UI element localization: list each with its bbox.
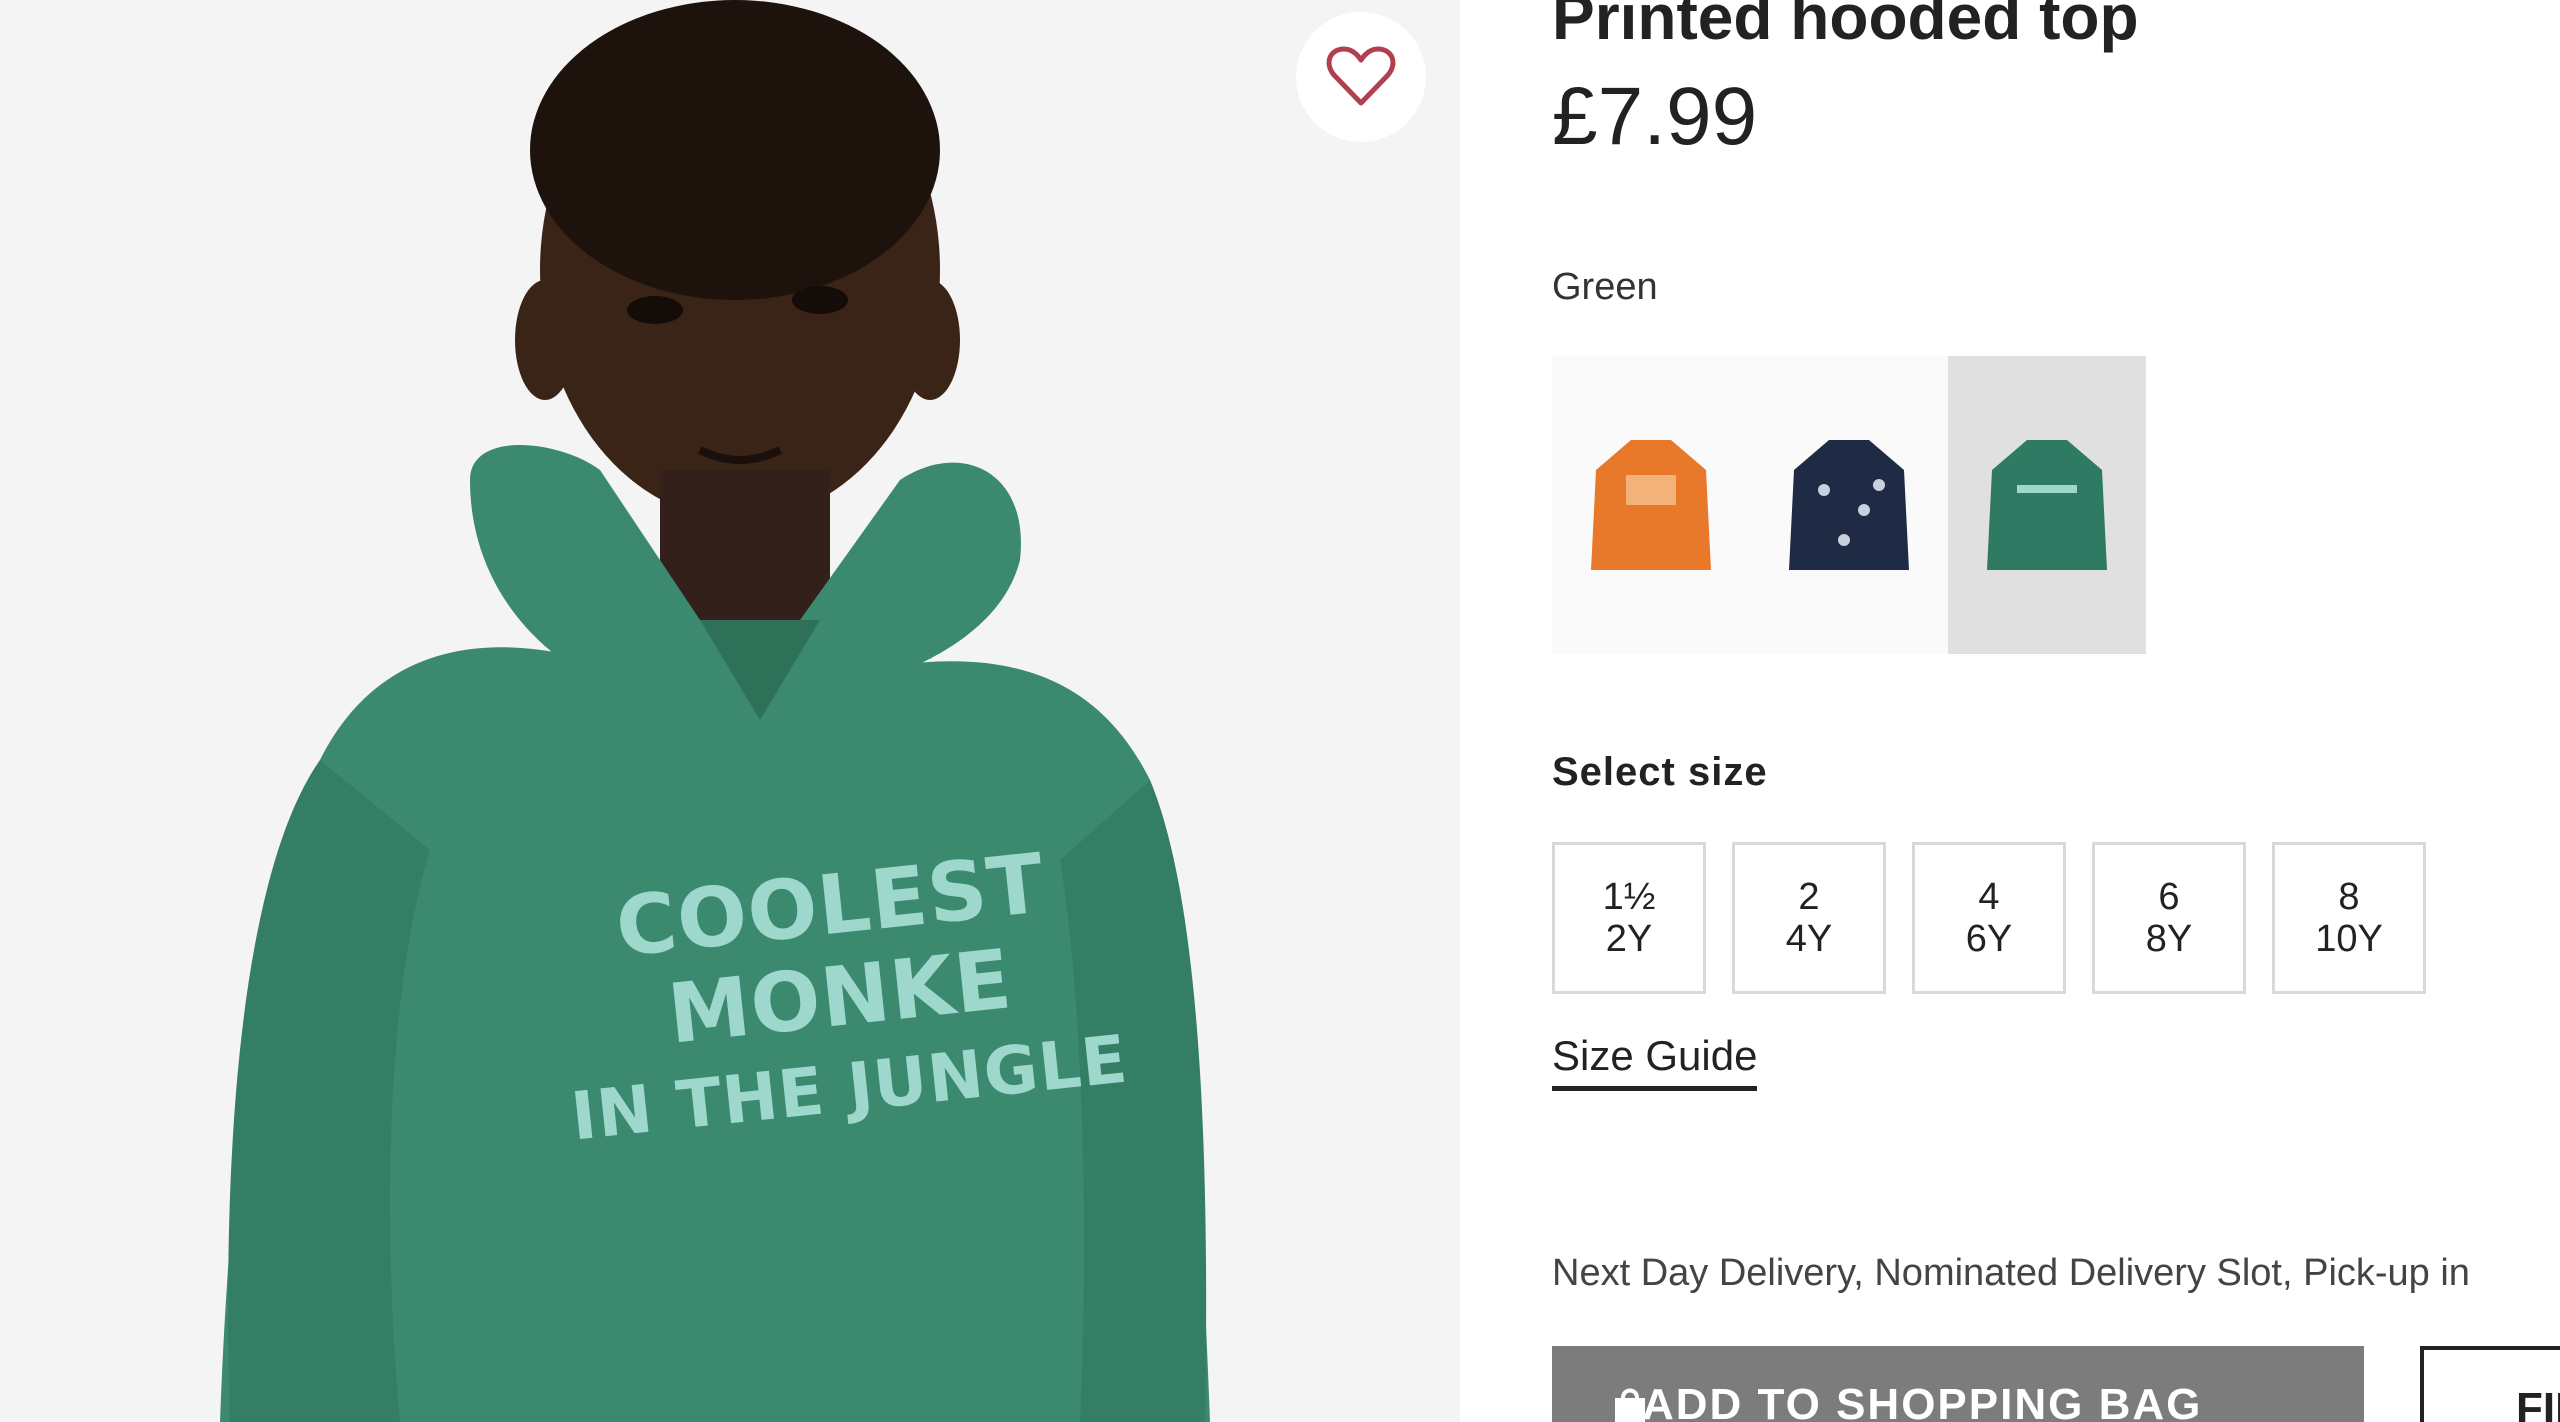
green-hoodie-thumbnail — [1987, 440, 2107, 570]
product-image: COOLEST MONKE IN THE JUNGLE — [0, 0, 1460, 1422]
product-title: Printed hooded top — [1552, 0, 2139, 53]
selected-colour-label: Green — [1552, 266, 1658, 308]
product-details: Printed hooded top £7.99 Green Select si… — [1460, 0, 2560, 1422]
model-illustration — [0, 0, 1460, 1422]
size-option-top: 1½ — [1602, 876, 1656, 918]
product-price: £7.99 — [1552, 71, 1758, 162]
size-option-bottom: 2Y — [1605, 918, 1653, 960]
orange-hoodie-thumbnail — [1591, 440, 1711, 570]
add-to-bag-label: ADD TO SHOPPING BAG — [1642, 1380, 2203, 1422]
size-option[interactable]: 8 10Y — [2272, 842, 2426, 994]
hoodie-print: COOLEST MONKE IN THE JUNGLE — [547, 831, 1133, 1162]
size-option[interactable]: 4 6Y — [1912, 842, 2066, 994]
find-in-store-label: FIND IN STORE — [2516, 1384, 2560, 1422]
size-option-bottom: 6Y — [1965, 918, 2013, 960]
size-option[interactable]: 2 4Y — [1732, 842, 1886, 994]
select-size-label: Select size — [1552, 750, 1768, 794]
size-option-top: 2 — [1798, 876, 1820, 918]
size-options: 1½ 2Y 2 4Y 4 6Y 6 8Y 8 10Y — [1552, 842, 2426, 994]
delivery-info: Next Day Delivery, Nominated Delivery Sl… — [1552, 1252, 2470, 1294]
swatch-navy[interactable] — [1750, 356, 1948, 654]
size-option[interactable]: 1½ 2Y — [1552, 842, 1706, 994]
swatch-orange[interactable] — [1552, 356, 1750, 654]
favourite-button[interactable] — [1296, 12, 1426, 142]
heart-icon — [1326, 46, 1396, 106]
size-option-bottom: 10Y — [2315, 918, 2383, 960]
size-option-top: 8 — [2338, 876, 2360, 918]
shopping-bag-icon — [1615, 1388, 1645, 1422]
size-option-bottom: 8Y — [2145, 918, 2193, 960]
size-option-top: 4 — [1978, 876, 2000, 918]
swatch-green[interactable] — [1948, 356, 2146, 654]
size-guide-link[interactable]: Size Guide — [1552, 1032, 1758, 1091]
add-to-bag-button[interactable]: ADD TO SHOPPING BAG — [1552, 1346, 2364, 1422]
size-option-bottom: 4Y — [1785, 918, 1833, 960]
size-option[interactable]: 6 8Y — [2092, 842, 2246, 994]
size-option-top: 6 — [2158, 876, 2180, 918]
find-in-store-button[interactable]: FIND IN STORE — [2420, 1346, 2560, 1422]
colour-swatches — [1552, 356, 2146, 654]
navy-hoodie-thumbnail — [1789, 440, 1909, 570]
